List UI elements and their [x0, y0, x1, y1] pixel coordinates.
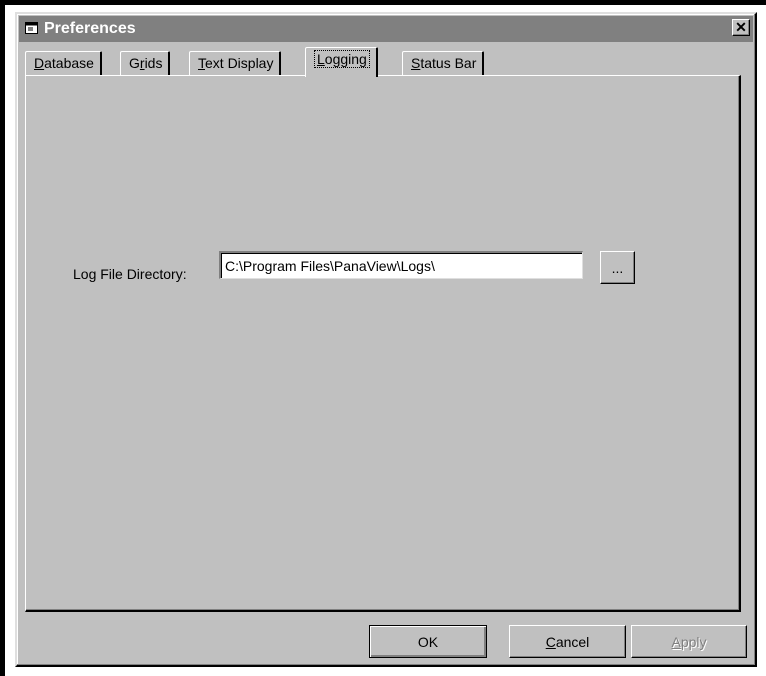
tab-label: Status Bar — [411, 55, 477, 71]
tab-database[interactable]: Database — [25, 51, 102, 75]
tab-status-bar[interactable]: Status Bar — [402, 51, 485, 75]
preferences-dialog: Preferences ✕ Database Grids Text Displa… — [15, 12, 757, 667]
tab-label: Text Display — [198, 55, 274, 71]
tab-label: Grids — [129, 55, 163, 71]
tab-text-display[interactable]: Text Display — [189, 51, 282, 75]
tab-grids[interactable]: Grids — [120, 51, 171, 75]
close-button[interactable]: ✕ — [732, 19, 750, 36]
close-icon: ✕ — [735, 19, 747, 35]
log-file-directory-input[interactable] — [219, 251, 583, 279]
tab-logging[interactable]: Logging — [305, 47, 378, 77]
log-file-directory-label: Log File Directory: — [73, 266, 187, 282]
browse-button[interactable]: ... — [600, 251, 635, 284]
apply-button[interactable]: Apply — [631, 625, 747, 658]
cancel-button[interactable]: Cancel — [509, 625, 626, 658]
window-icon — [25, 22, 38, 34]
logging-tab-page: Log File Directory: ... — [25, 75, 741, 612]
tab-label: Logging — [314, 50, 370, 68]
window-title: Preferences — [44, 20, 136, 37]
title-bar[interactable]: Preferences ✕ — [19, 16, 753, 42]
tab-label: Database — [34, 55, 94, 71]
ok-button[interactable]: OK — [369, 625, 487, 658]
